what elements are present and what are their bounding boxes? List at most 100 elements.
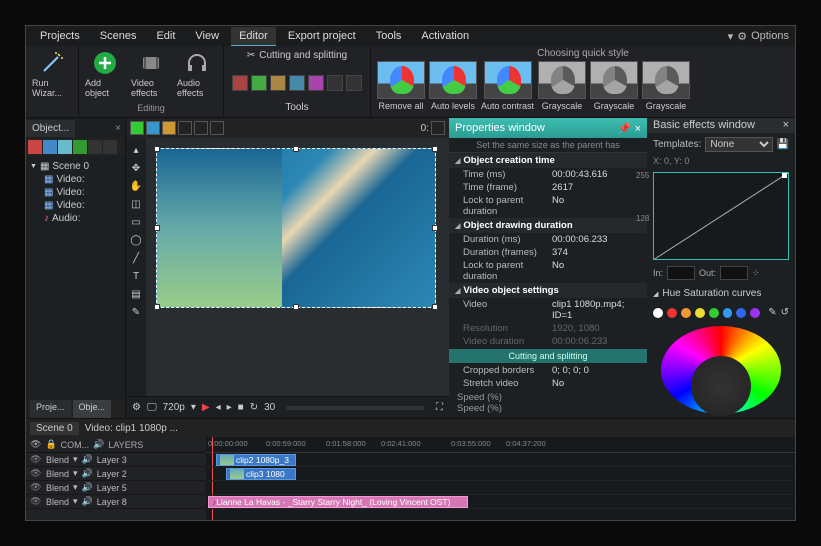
dot-red[interactable] [667, 308, 677, 318]
dot-orange[interactable] [681, 308, 691, 318]
pin-icon[interactable]: 📌 [618, 123, 632, 135]
menu-view[interactable]: View [187, 27, 227, 45]
scene-tree[interactable]: ▼▦Scene 0 ▦Video: ▦Video: ▦Video: ♪Audio… [26, 156, 125, 229]
run-wizard-button[interactable]: Run Wizar... [32, 50, 72, 98]
ellipse-icon[interactable]: ◯ [128, 232, 144, 248]
prop-stretch[interactable]: Stretch video [463, 378, 552, 388]
options-button[interactable]: ▾ ⚙ Options [728, 30, 789, 43]
style-auto-contrast[interactable]: Auto contrast [481, 61, 534, 111]
projects-tab[interactable]: Proje... [30, 400, 71, 418]
prev-frame-button[interactable]: ◂ [216, 402, 221, 413]
menu-tools[interactable]: Tools [368, 27, 410, 45]
eyedropper-icon[interactable]: ✎ [768, 307, 776, 318]
hand-icon[interactable]: ✋ [128, 178, 144, 194]
close-icon[interactable]: × [783, 119, 789, 131]
video-preview[interactable] [156, 148, 436, 308]
clip-3[interactable]: clip3 1080 [226, 468, 296, 480]
lock-icon[interactable]: 🔒 [45, 439, 56, 450]
style-grayscale-2[interactable]: Grayscale [590, 61, 638, 111]
monitor-icon[interactable]: 🖵 [147, 402, 157, 413]
stop-button[interactable]: ■ [238, 402, 244, 413]
layer-row-5[interactable]: 👁Blend▾🔊Layer 5 [26, 481, 206, 495]
prop-lock-parent[interactable]: Lock to parent duration [463, 195, 552, 217]
crop-icon[interactable]: ◫ [128, 196, 144, 212]
rect-icon[interactable]: ▭ [128, 214, 144, 230]
play-button[interactable]: ▶ [202, 402, 210, 413]
line-icon[interactable]: ╱ [128, 250, 144, 266]
tool-btn-2[interactable] [251, 75, 267, 91]
resolution-selector[interactable]: 720p [163, 402, 185, 413]
text-icon[interactable]: T [128, 268, 144, 284]
prop-time-frame[interactable]: Time (frame) [463, 182, 552, 193]
obj-tool-4[interactable] [73, 140, 87, 154]
in-value[interactable] [667, 266, 695, 280]
tool-btn-6[interactable] [327, 75, 343, 91]
pen-icon[interactable]: ✎ [128, 304, 144, 320]
chart-icon[interactable]: ▤ [128, 286, 144, 302]
curve-editor[interactable]: 255 128 [653, 172, 789, 260]
color-wheel[interactable] [661, 326, 781, 414]
section-obj-drawing[interactable]: Object drawing duration [449, 218, 647, 233]
tree-video-1[interactable]: Video: [56, 174, 84, 185]
prop-lock-parent-2[interactable]: Lock to parent duration [463, 260, 552, 282]
dot-blue[interactable] [736, 308, 746, 318]
stage-canvas[interactable] [146, 138, 449, 396]
menu-activation[interactable]: Activation [413, 27, 477, 45]
prop-cropped[interactable]: Cropped borders [463, 365, 552, 376]
dot-violet[interactable] [750, 308, 760, 318]
prev-tool-zoom[interactable] [431, 121, 445, 135]
templates-select[interactable]: None [705, 137, 772, 152]
pointer-icon[interactable]: ▴ [128, 142, 144, 158]
eye-icon[interactable]: 👁 [30, 439, 41, 450]
section-video-settings[interactable]: Video object settings [449, 283, 647, 298]
prev-tool-6[interactable] [210, 121, 224, 135]
obj-tool-2[interactable] [43, 140, 57, 154]
section-obj-creation[interactable]: Object creation time [449, 153, 647, 168]
tree-video-2[interactable]: Video: [56, 187, 84, 198]
close-icon[interactable]: × [111, 123, 125, 134]
prev-tool-5[interactable] [194, 121, 208, 135]
loop-button[interactable]: ↻ [250, 402, 258, 413]
clip-audio[interactable]: ♪Lianne La Havas - _Starry Starry Night_… [208, 496, 468, 508]
menu-scenes[interactable]: Scenes [92, 27, 145, 45]
out-value[interactable] [720, 266, 748, 280]
objects-tab[interactable]: Obje... [73, 400, 112, 418]
dot-cyan[interactable] [723, 308, 733, 318]
settings-icon[interactable]: ⚙ [132, 402, 141, 413]
dropper-icon[interactable]: ⁘ [752, 268, 760, 279]
prop-video[interactable]: Video [463, 299, 552, 321]
prev-tool-2[interactable] [146, 121, 160, 135]
expand-icon[interactable]: ⛶ [436, 402, 443, 413]
tool-btn-4[interactable] [289, 75, 305, 91]
prev-tool-4[interactable] [178, 121, 192, 135]
scene-node[interactable]: Scene 0 [52, 161, 89, 172]
object-tab[interactable]: Object... [26, 120, 75, 137]
menu-edit[interactable]: Edit [148, 27, 183, 45]
prev-tool-1[interactable] [130, 121, 144, 135]
prev-tool-3[interactable] [162, 121, 176, 135]
dot-all[interactable] [653, 308, 663, 318]
video-effects-button[interactable]: Video effects [131, 50, 171, 98]
menu-export[interactable]: Export project [280, 27, 364, 45]
tl-scene-tab[interactable]: Scene 0 [30, 422, 79, 435]
style-grayscale-1[interactable]: Grayscale [538, 61, 586, 111]
layer-row-3[interactable]: 👁Blend▾🔊Layer 3 [26, 453, 206, 467]
tree-audio-1[interactable]: Audio: [52, 213, 80, 224]
timeline-tracks[interactable]: 0:00:00:000 0:00:59:000 0:01:58:000 0:02… [206, 437, 795, 520]
clip-2[interactable]: clip2 1080p_3 [216, 454, 296, 466]
move-icon[interactable]: ✥ [128, 160, 144, 176]
style-remove-all[interactable]: Remove all [377, 61, 425, 111]
tool-btn-1[interactable] [232, 75, 248, 91]
dot-green[interactable] [709, 308, 719, 318]
timeline-ruler[interactable]: 0:00:00:000 0:00:59:000 0:01:58:000 0:02… [206, 437, 795, 453]
tool-btn-3[interactable] [270, 75, 286, 91]
close-icon[interactable]: × [635, 123, 641, 135]
obj-tool-3[interactable] [58, 140, 72, 154]
save-template-icon[interactable]: 💾 [777, 139, 789, 150]
tool-btn-5[interactable] [308, 75, 324, 91]
menu-editor[interactable]: Editor [231, 27, 276, 46]
menu-projects[interactable]: Projects [32, 27, 88, 45]
add-object-button[interactable]: Add object [85, 50, 125, 98]
style-auto-levels[interactable]: Auto levels [429, 61, 477, 111]
layer-row-2[interactable]: 👁Blend▾🔊Layer 2 [26, 467, 206, 481]
